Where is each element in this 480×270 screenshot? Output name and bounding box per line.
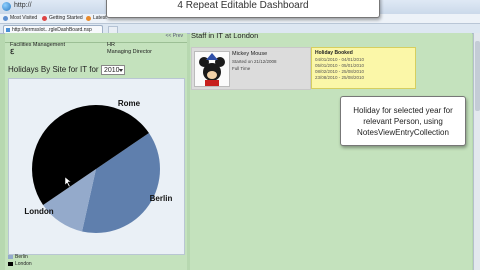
pie-chart: Rome Berlin London xyxy=(24,99,173,233)
avatar xyxy=(194,51,230,87)
bookmark-label: Latest xyxy=(93,15,107,21)
bookmark-latest[interactable]: Latest xyxy=(86,15,107,21)
address-text[interactable]: http:// xyxy=(14,2,32,9)
bookmark-label: Most Visited xyxy=(10,15,38,21)
bookmark-label: Getting Started xyxy=(49,15,83,21)
pie-label-london: London xyxy=(24,207,53,216)
legend-item-berlin: Berlin xyxy=(8,253,32,260)
prev-link[interactable]: << Prev xyxy=(165,33,183,39)
page-scrollbar[interactable] xyxy=(473,33,480,270)
person-employment-type: Full Time xyxy=(232,66,251,71)
video-title-overlay: 4 Repeat Editable Dashboard xyxy=(106,0,380,18)
legend-item-london: London xyxy=(8,260,32,267)
scrollbar-thumb[interactable] xyxy=(475,41,480,111)
ibm-logo-icon: ℇ xyxy=(10,49,15,56)
chevron-down-icon xyxy=(119,69,123,72)
page-favicon-icon xyxy=(6,28,10,32)
holiday-booked-box: Holiday Booked 04/01/2010 - 04/01/2010 0… xyxy=(311,47,416,89)
chart-legend: Berlin London xyxy=(8,253,32,267)
staff-header: Staff in IT at London xyxy=(191,31,259,40)
pie-chart-area: Rome Berlin London xyxy=(8,78,185,255)
callout-text: Holiday for selected year for relevant P… xyxy=(353,105,453,137)
legend-label: Berlin xyxy=(15,253,28,260)
holidays-header: Holidays By Site for IT for xyxy=(8,65,99,74)
bookmark-icon xyxy=(3,15,8,21)
annotation-callout: Holiday for selected year for relevant P… xyxy=(340,96,466,146)
hr-label: HR xyxy=(107,42,115,48)
bookmark-getting-started[interactable]: Getting Started xyxy=(42,15,83,21)
browser-tab[interactable]: http://termsslot...rgleDashBoard.nsp xyxy=(3,25,103,33)
legend-swatch xyxy=(8,261,13,266)
person-name: Mickey Mouse xyxy=(232,51,268,57)
role-label: Managing Director xyxy=(107,49,152,55)
holiday-list: 04/01/2010 - 04/01/2010 05/01/2010 - 05/… xyxy=(315,57,364,81)
department-label: Facilities Management xyxy=(10,42,66,48)
firefox-icon xyxy=(42,15,47,21)
holiday-booked-title: Holiday Booked xyxy=(315,50,353,56)
person-start-date: Started on 21/12/2008 xyxy=(232,59,277,64)
legend-label: London xyxy=(15,260,32,267)
bookmark-most-visited[interactable]: Most Visited xyxy=(3,15,37,21)
rss-icon xyxy=(86,15,91,21)
pie-label-rome: Rome xyxy=(118,99,141,108)
year-select[interactable]: 2010 xyxy=(101,65,125,75)
pie-label-berlin: Berlin xyxy=(150,194,173,203)
legend-swatch xyxy=(8,254,13,259)
holiday-item: 23/08/2010 - 25/08/2010 xyxy=(315,75,365,80)
mickey-avatar-icon xyxy=(195,52,229,86)
globe-icon xyxy=(2,2,11,11)
person-card[interactable]: Mickey Mouse Started on 21/12/2008 Full … xyxy=(191,47,311,90)
year-value: 2010 xyxy=(104,67,120,74)
overlay-title: 4 Repeat Editable Dashboard xyxy=(177,0,309,11)
